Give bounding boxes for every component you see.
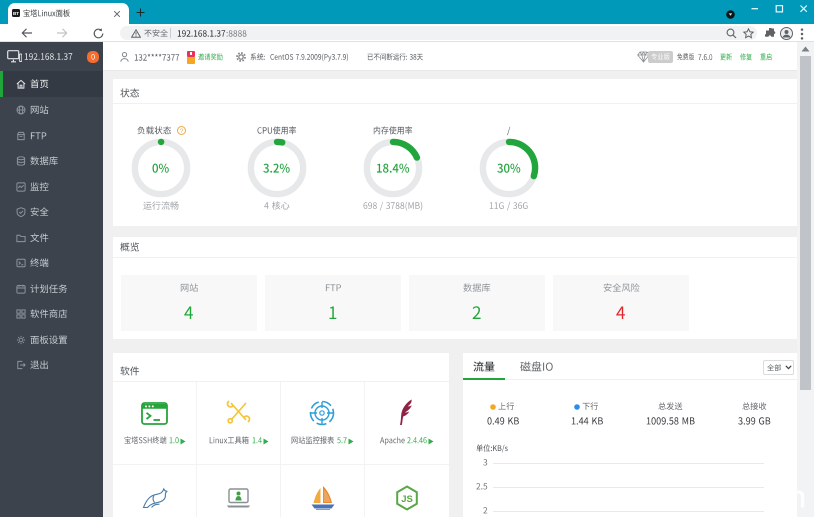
- svg-text:JS: JS: [401, 494, 413, 505]
- svg-text:BT: BT: [13, 11, 19, 16]
- svg-text:?: ?: [179, 127, 183, 134]
